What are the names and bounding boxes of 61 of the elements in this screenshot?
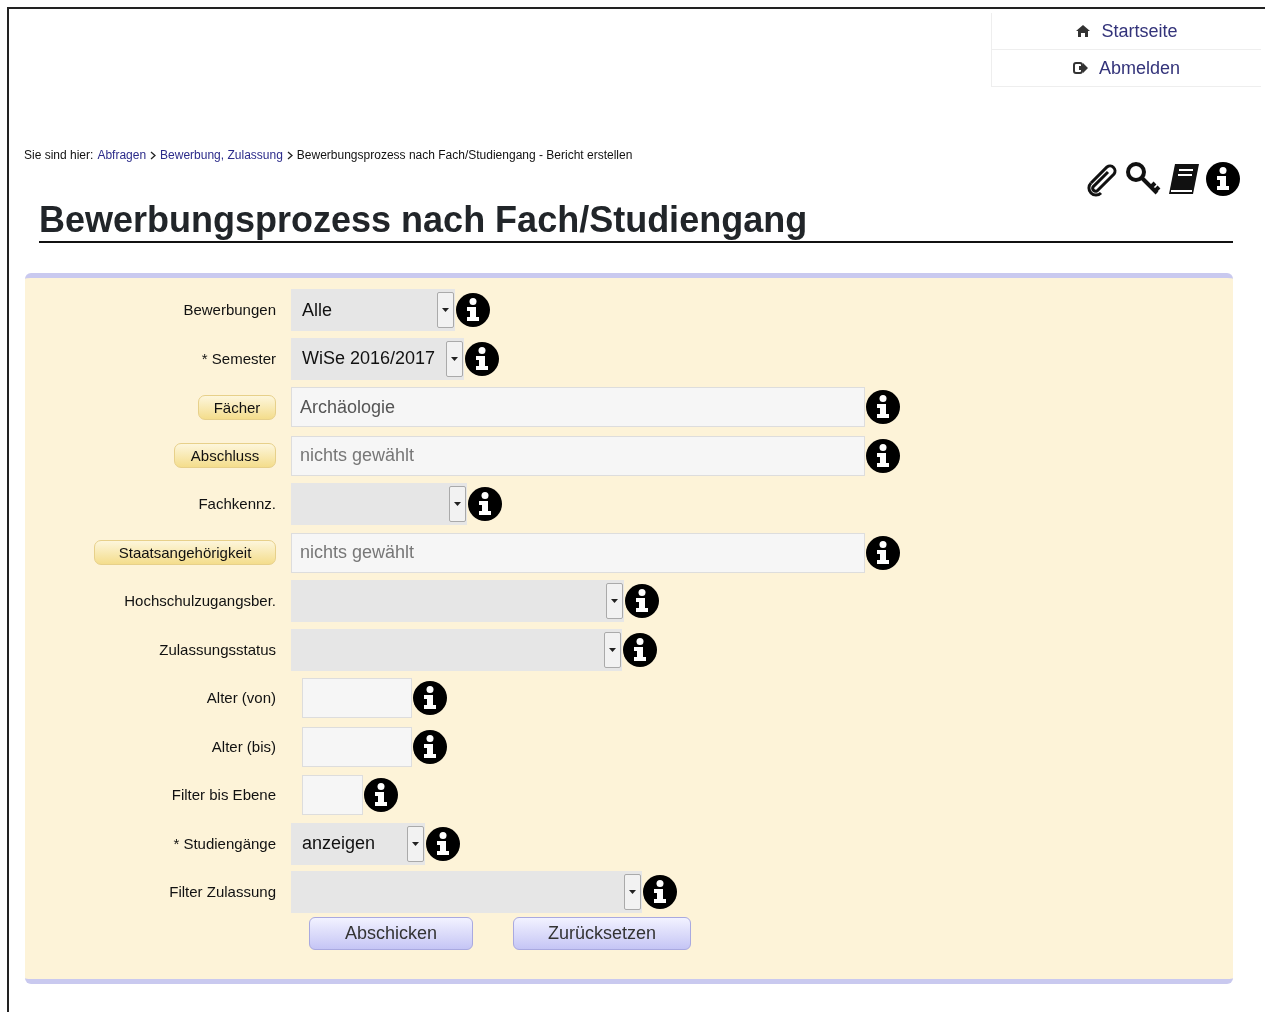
- info-icon: [455, 292, 491, 329]
- home-icon: [1075, 23, 1092, 39]
- field-label: Filter bis Ebene: [171, 785, 276, 805]
- info-icon: [412, 680, 448, 717]
- input-field[interactable]: Archäologie: [291, 387, 865, 428]
- nav-link[interactable]: Abmelden: [992, 50, 1261, 87]
- info-icon: [622, 631, 658, 668]
- nav-link[interactable]: Startseite: [992, 13, 1261, 50]
- chevron-icon: [150, 150, 157, 160]
- input-field[interactable]: nichts gewählt: [291, 532, 865, 573]
- picker-button[interactable]: Staatsangehörigkeit: [94, 540, 276, 566]
- page-title: Bewerbungsprozess nach Fach/Studiengang: [39, 199, 1233, 243]
- select-field[interactable]: WiSe 2016/2017: [291, 337, 464, 380]
- submit-button[interactable]: Zurücksetzen: [513, 916, 691, 950]
- caret-icon: [609, 647, 616, 652]
- info-icon: [425, 825, 461, 862]
- picker-button[interactable]: Fächer: [198, 394, 276, 420]
- breadcrumb-link[interactable]: Bewerbung, Zulassung: [160, 146, 283, 164]
- select-field[interactable]: [291, 871, 642, 914]
- info-icon: [624, 583, 660, 620]
- caret-icon: [442, 308, 449, 313]
- info-icon: [363, 777, 399, 814]
- sign-out-icon: [1072, 60, 1089, 76]
- field-label: Bewerbungen: [183, 300, 276, 320]
- info-icon: [642, 874, 678, 911]
- select-field[interactable]: [291, 483, 467, 526]
- info-icon: [865, 437, 901, 474]
- caret-icon: [611, 599, 618, 604]
- key-icon: [1125, 161, 1161, 197]
- field-label: Zulassungsstatus: [159, 639, 276, 660]
- caret-icon: [412, 841, 419, 846]
- info-icon: [464, 340, 500, 377]
- info-icon: [865, 534, 901, 571]
- field-label: Filter Zulassung: [169, 882, 276, 902]
- select-field[interactable]: [291, 628, 622, 671]
- field-label: Alter (von): [206, 688, 276, 708]
- breadcrumb-current: Bewerbungsprozess nach Fach/Studiengang - Bericht erstellen: [296, 147, 633, 164]
- breadcrumb-label: Sie sind hier:: [24, 147, 94, 164]
- info-icon: [1205, 161, 1241, 197]
- field-label: * Studiengänge: [173, 833, 276, 854]
- field-label: Hochschulzugangsber.: [124, 591, 276, 611]
- info-icon: [412, 728, 448, 765]
- picker-button[interactable]: Abschluss: [174, 443, 276, 469]
- caret-icon: [451, 356, 458, 361]
- select-field[interactable]: Alle: [291, 289, 455, 332]
- field-label: Fachkennz.: [198, 494, 276, 514]
- field-label: * Semester: [201, 348, 276, 369]
- select-field[interactable]: [291, 580, 624, 623]
- input-field[interactable]: [302, 775, 363, 816]
- info-icon: [865, 389, 901, 426]
- breadcrumb-link[interactable]: Abfragen: [97, 146, 147, 164]
- chevron-icon: [286, 150, 293, 160]
- caret-icon: [629, 890, 636, 895]
- select-field[interactable]: anzeigen: [291, 822, 425, 865]
- input-field[interactable]: nichts gewählt: [291, 435, 865, 476]
- input-field[interactable]: [302, 678, 412, 719]
- input-field[interactable]: [302, 726, 412, 767]
- submit-button[interactable]: Abschicken: [309, 916, 473, 950]
- field-label: Alter (bis): [211, 736, 276, 757]
- caret-icon: [454, 502, 461, 507]
- info-icon: [467, 486, 503, 523]
